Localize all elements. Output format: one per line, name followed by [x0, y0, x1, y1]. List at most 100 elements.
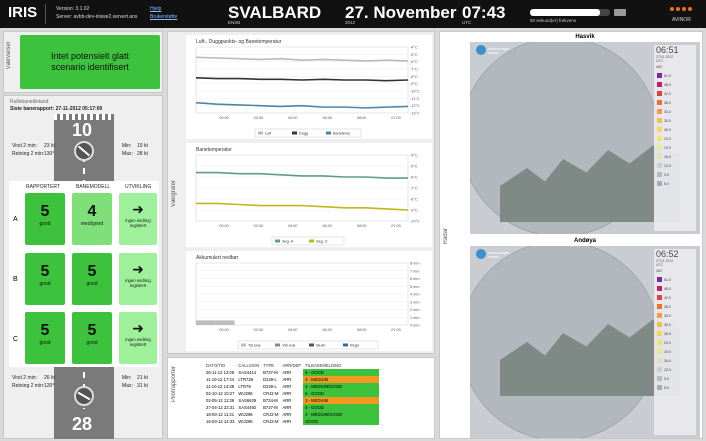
y-tick-label: 1 mm: [410, 316, 420, 320]
radar-unit: dBZ: [656, 65, 663, 69]
min-top-label: Min:: [122, 143, 132, 149]
y-tick-label: 8 mm: [410, 262, 420, 266]
y-tick-label: 4 mm: [410, 293, 420, 297]
model-c-value: 5: [87, 322, 97, 339]
pirep-callsign: WIJ296: [238, 419, 253, 424]
pirep-table: DATO/TID CALLSIGN TYPE ARR/DEP TILBAKEME…: [204, 362, 380, 425]
table-row: 11-10-12 14:38 LTR79 D228-L ARR 4 - MEDIUM/G…: [204, 383, 380, 390]
x-tick-label: 00:00: [219, 116, 229, 120]
scale-swatch: [657, 340, 662, 345]
reported-a-text: good: [39, 221, 51, 227]
y-tick-label: -9°C: [410, 82, 418, 86]
radar-scale-item: 30.0: [654, 116, 696, 125]
scale-swatch: [657, 82, 662, 87]
radar-scale-item: 12.0: [654, 161, 696, 170]
reported-b-text: good: [39, 281, 51, 287]
reported-c[interactable]: 5 good: [25, 312, 65, 364]
dir-bottom-value: 120°: [44, 383, 55, 389]
chart-title: Akkumulert nedbør: [196, 255, 239, 261]
pirep-date: 27-04-12 22:31: [206, 405, 235, 410]
y-tick-label: -4°C: [410, 154, 418, 158]
server-label: Server: avbb-dev-iriswe2.servert.ans: [56, 14, 138, 20]
radar-scale-item: 33.0: [654, 311, 696, 320]
model-b-value: 5: [87, 263, 97, 280]
reported-c-text: good: [39, 340, 51, 346]
model-b[interactable]: 5 good: [72, 253, 112, 305]
trend-c[interactable]: ➜ ingen endring registrert: [119, 312, 157, 364]
radar-map[interactable]: meteorologisk institutt 06:51 27/11 2012 UT…: [470, 42, 700, 234]
dir-top-label: Retning 2 min:: [12, 151, 45, 157]
reported-b[interactable]: 5 good: [25, 253, 65, 305]
radar-scale-item: 16.0: [654, 356, 696, 365]
scale-swatch: [657, 349, 662, 354]
refresh-button[interactable]: [614, 9, 626, 16]
help-link[interactable]: Hjelp: [150, 6, 161, 12]
scale-label: 16.0: [664, 154, 671, 159]
trend-a-text: ingen endring registrert: [125, 218, 151, 228]
radar-map[interactable]: meteorologisk institutt 06:52 27/11 2012 UT…: [470, 246, 700, 438]
scale-label: 19.0: [664, 349, 671, 354]
charts-panel: Værgrafer Luft-, Duggpunkts- og Banetemp…: [167, 31, 435, 354]
app-name: IRIS: [8, 4, 38, 21]
trend-a[interactable]: ➜ ingen endring registrert: [119, 193, 157, 245]
model-a[interactable]: 4 med/good: [72, 193, 112, 245]
trend-b[interactable]: ➜ ingen endring registrert: [119, 253, 157, 305]
x-tick-label: 06:00: [322, 328, 332, 332]
wind-dial-top-icon: [74, 141, 94, 161]
y-tick-label: -12°C: [410, 104, 420, 108]
radar-scale-item: 48.0: [654, 80, 696, 89]
pirep-date: 11-10-12 17:44: [206, 377, 235, 382]
legend-label: Luft: [265, 132, 272, 136]
scale-label: 26.0: [664, 127, 671, 132]
scale-swatch: [657, 172, 662, 177]
scale-swatch: [657, 91, 662, 96]
radar-scale-item: 12.0: [654, 365, 696, 374]
avinor-logo-icon: [668, 5, 698, 15]
pirep-type: B737-M: [263, 405, 278, 410]
pirep-type: D228-L: [263, 384, 277, 389]
table-row: 26-11-12 12:06 SAS4414 B737-M ARR 5 - GOOD: [204, 369, 380, 376]
chart-3: Akkumulert nedbør 8 mm 7 mm 6 mm 5 mm 4 mm 3 m…: [186, 251, 432, 351]
scale-label: 30.0: [664, 118, 671, 123]
radar-scale-item: 5.0: [654, 383, 696, 392]
radar-scale-item: 26.0: [654, 329, 696, 338]
pirep-feedback: 3 - MEDIUM: [303, 397, 380, 404]
support-link[interactable]: Brukerstøtte: [150, 14, 177, 20]
scale-swatch: [657, 322, 662, 327]
pirep-feedback: 4 - MEDIUM/GOOD: [303, 411, 380, 418]
scale-swatch: [657, 118, 662, 123]
legend-swatch: [309, 239, 314, 243]
table-row: 16-03-12 14:33 WIJ296 CRJ2-M ARR GOOD: [204, 418, 380, 425]
refresh-bar-fill: [530, 9, 601, 16]
pirep-feedback: 5 - GOOD: [303, 369, 380, 376]
met-logo-icon: [476, 45, 486, 55]
pirep-type: CRJ2-M: [263, 412, 279, 417]
radar-scale-item: 42.0: [654, 89, 696, 98]
arrow-right-icon: ➜: [132, 201, 144, 217]
pirep-arrdep: ARR: [282, 384, 292, 389]
model-c[interactable]: 5 good: [72, 312, 112, 364]
pirep-type: CRJ2-M: [263, 391, 279, 396]
pirep-feedback: 4 - MEDIUM/GOOD: [303, 383, 380, 390]
wind-dial-bottom-icon: [74, 386, 94, 406]
scale-label: 61.0: [664, 73, 671, 78]
radar-time: 06:51: [656, 45, 679, 55]
pirep-type: B734-M: [263, 398, 278, 403]
reported-c-value: 5: [40, 322, 50, 339]
scale-label: 5.0: [664, 385, 669, 390]
brand-label: AVINOR: [672, 17, 691, 23]
scale-label: 26.0: [664, 331, 671, 336]
runway-panel: Rullebanetilstand Siste banerapport: 27-…: [3, 95, 163, 439]
runway-number-top: 10: [72, 120, 93, 140]
scale-label: 42.0: [664, 91, 671, 96]
x-tick-label: 02:00: [254, 328, 264, 332]
reported-a[interactable]: 5 good: [25, 193, 65, 245]
scale-swatch: [657, 163, 662, 168]
scale-swatch: [657, 367, 662, 372]
column-reported: RAPPORTERT: [26, 184, 60, 190]
scale-swatch: [657, 136, 662, 141]
min-bottom-label: Min:: [122, 375, 132, 381]
scale-swatch: [657, 331, 662, 336]
max-top-label: Max:: [122, 151, 133, 157]
x-tick-label: 06:00: [322, 224, 332, 228]
